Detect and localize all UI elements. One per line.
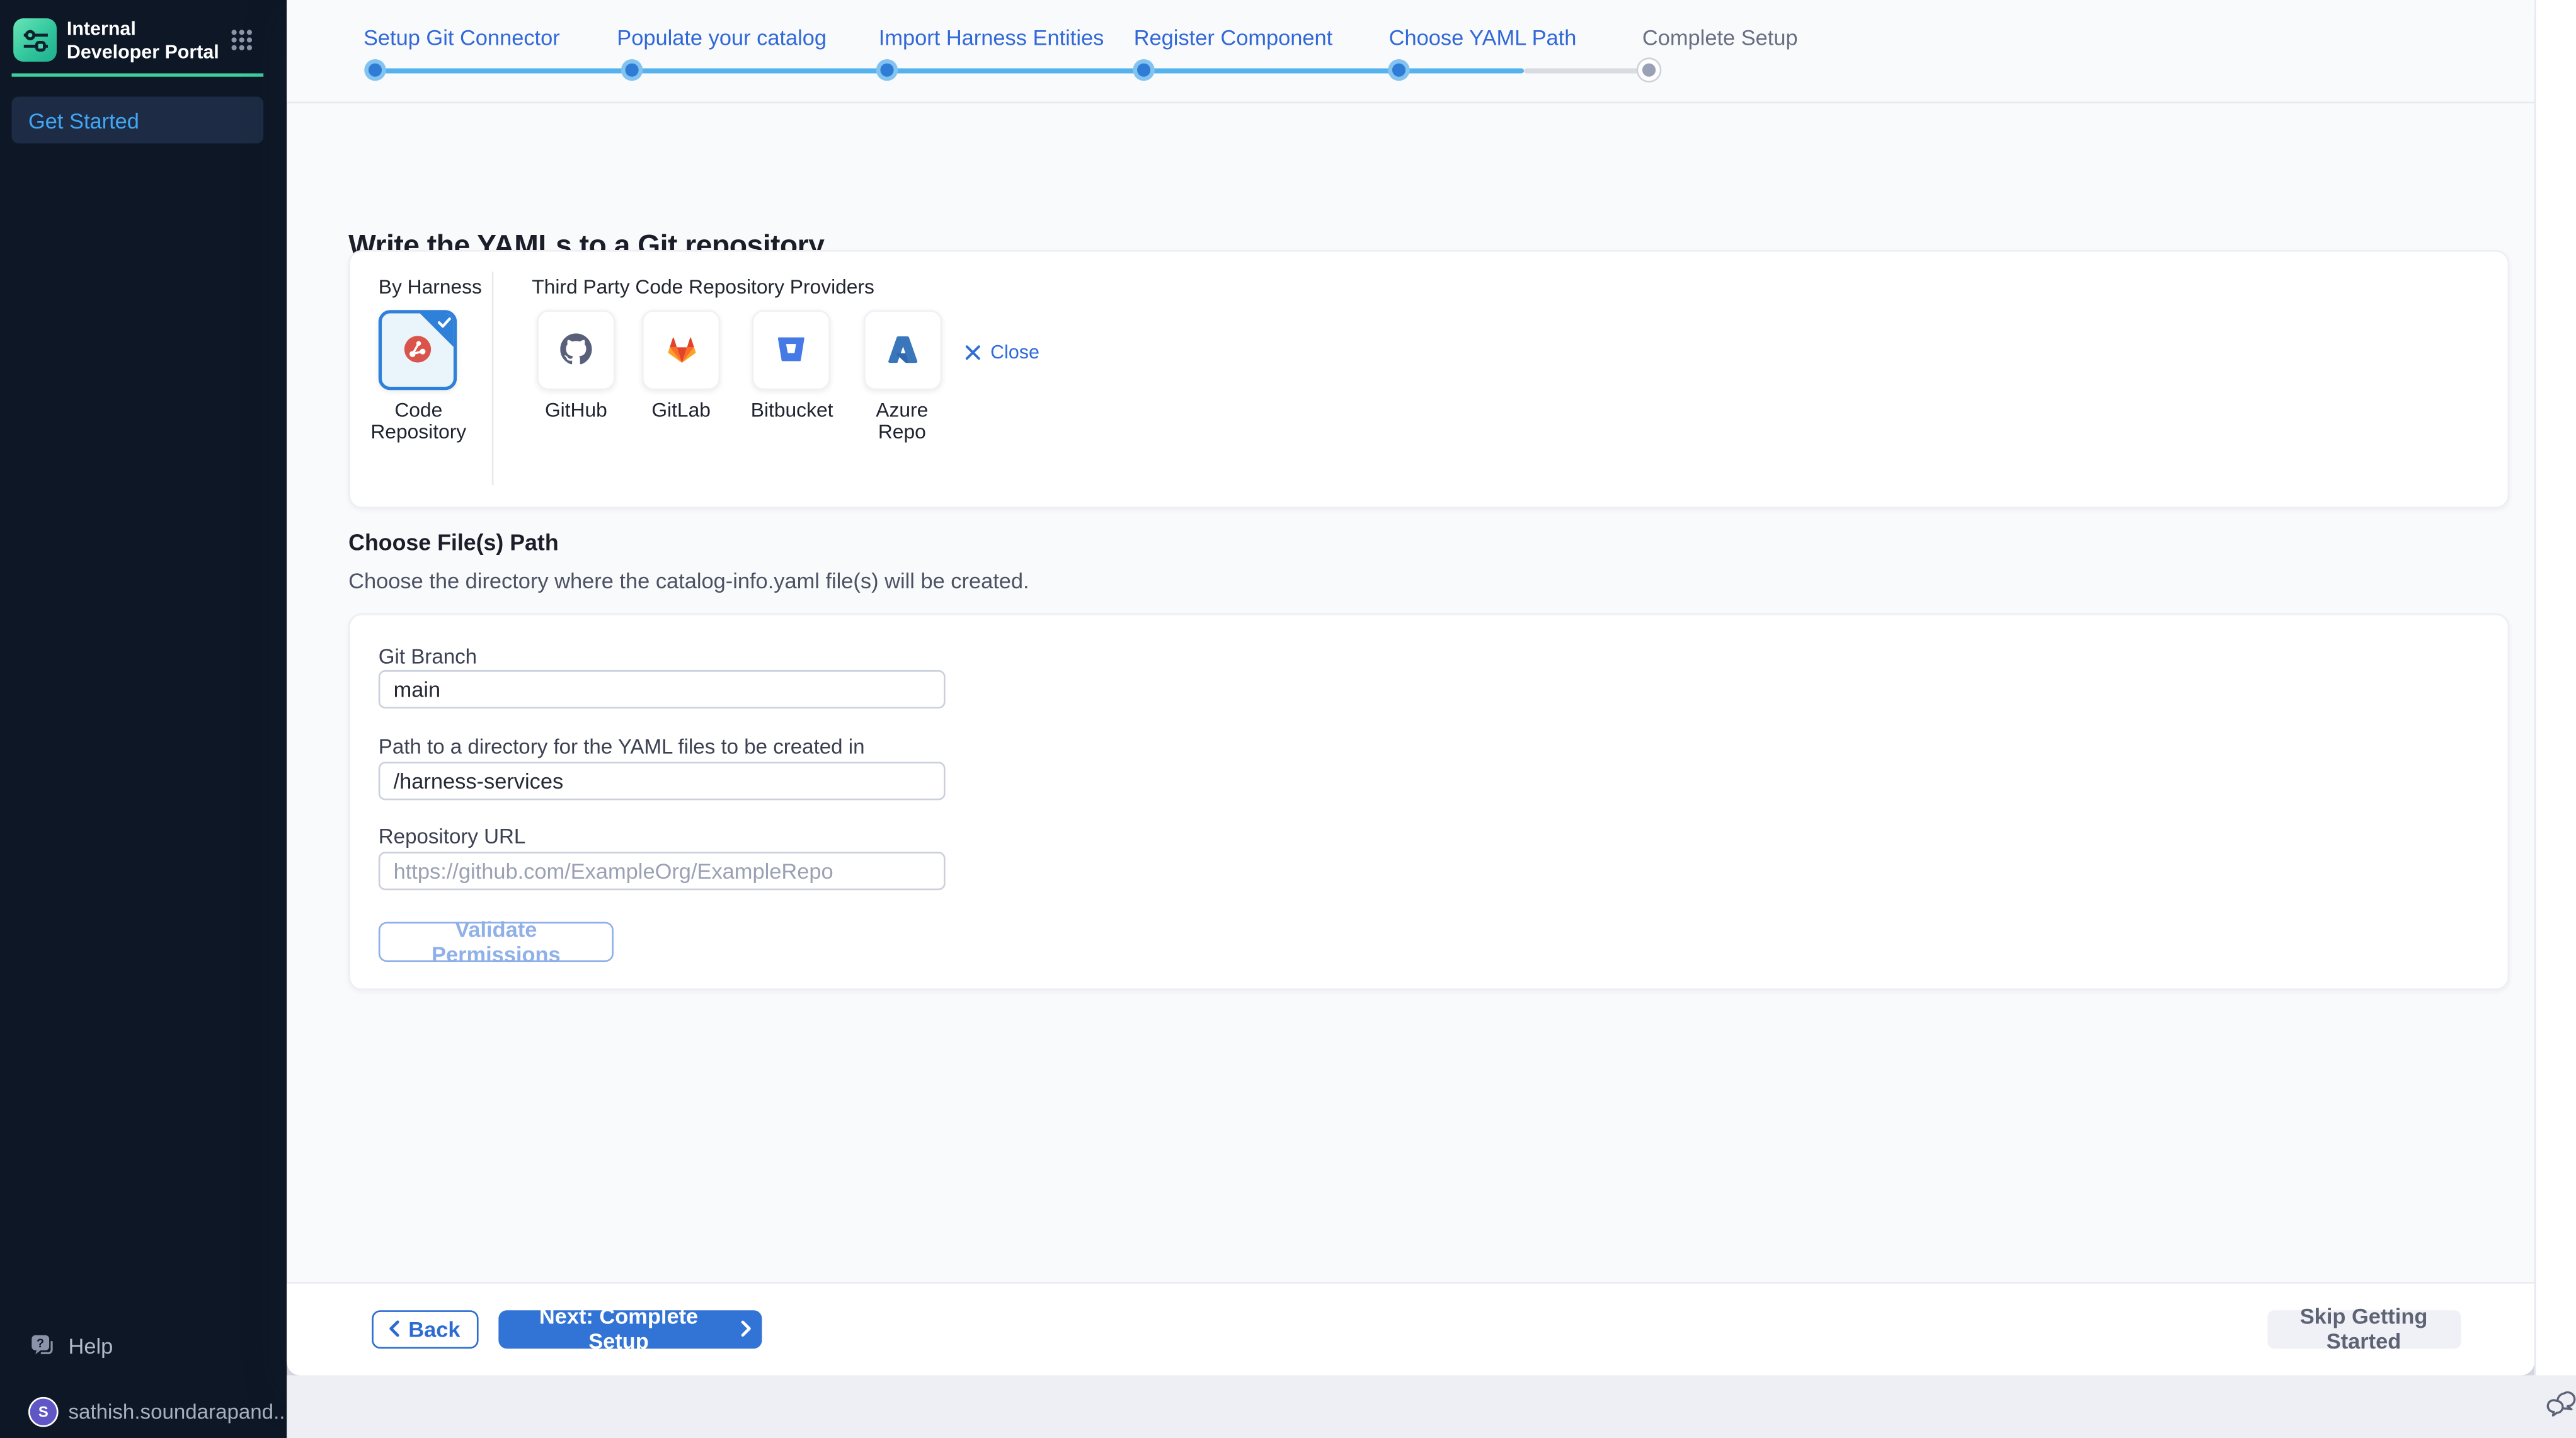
avatar: S: [28, 1397, 59, 1427]
step-label-complete-setup: Complete Setup: [1642, 25, 1798, 50]
selected-check-ribbon: [418, 312, 455, 348]
git-branch-input[interactable]: [379, 671, 946, 709]
step-label-populate-your-catalog[interactable]: Populate your catalog: [617, 25, 827, 50]
choose-files-path-description: Choose the directory where the catalog-i…: [348, 569, 1029, 594]
by-harness-label: By Harness: [379, 275, 482, 299]
tile-caption-gitlab[interactable]: GitLab: [642, 400, 720, 423]
step-dot-complete-setup: [1642, 64, 1656, 77]
sidebar: Internal Developer Portal Get Started ?: [0, 0, 287, 1438]
page-bottom-strip: [287, 1375, 2576, 1438]
close-icon: [965, 346, 980, 361]
sidebar-item-get-started[interactable]: Get Started: [12, 97, 264, 144]
app-switcher-grid-icon[interactable]: [230, 28, 253, 52]
tile-caption-azure-repo[interactable]: Azure Repo: [850, 400, 954, 445]
user-email: sathish.soundarapand...: [69, 1400, 291, 1424]
chevron-right-icon: [740, 1321, 751, 1337]
yaml-path-label: Path to a directory for the YAML files t…: [379, 735, 865, 758]
bitbucket-icon: [776, 334, 807, 365]
help-label: Help: [69, 1333, 113, 1359]
step-label-import-harness-entities[interactable]: Import Harness Entities: [879, 25, 1104, 50]
connector-tile-gitlab[interactable]: [642, 310, 720, 389]
column-divider: [491, 271, 493, 485]
step-dot-populate-your-catalog[interactable]: [624, 64, 638, 77]
wizard-footer: Back Next: Complete Setup Skip Getting S…: [287, 1281, 2534, 1375]
close-label: Close: [990, 343, 1039, 363]
step-label-choose-yaml-path[interactable]: Choose YAML Path: [1389, 25, 1577, 50]
step-dot-setup-git-connector[interactable]: [369, 64, 382, 77]
step-dot-import-harness-entities[interactable]: [880, 64, 893, 77]
git-branch-label: Git Branch: [379, 645, 477, 668]
app-root: Internal Developer Portal Get Started ?: [0, 0, 2576, 1438]
connector-tile-bitbucket[interactable]: [752, 310, 830, 389]
connector-card: By Harness: [348, 250, 2509, 508]
step-dot-choose-yaml-path[interactable]: [1392, 64, 1405, 77]
wizard-stepper: Setup Git Connector Populate your catalo…: [287, 0, 2534, 103]
skip-getting-started-button[interactable]: Skip Getting Started: [2267, 1310, 2461, 1349]
help-button[interactable]: ? Help: [30, 1333, 113, 1359]
back-button[interactable]: Back: [371, 1310, 478, 1349]
stepper-track-remaining: [1524, 67, 1649, 72]
step-label-setup-git-connector[interactable]: Setup Git Connector: [364, 25, 560, 50]
connector-tile-github[interactable]: [537, 310, 615, 389]
third-party-label: Third Party Code Repository Providers: [532, 275, 874, 299]
page-content: Write the YAMLs to a Git repository You …: [287, 103, 2534, 1281]
scrollbar-gutter[interactable]: [2534, 0, 2576, 1375]
sidebar-item-label: Get Started: [28, 108, 139, 133]
tile-caption-bitbucket[interactable]: Bitbucket: [748, 400, 835, 423]
sidebar-accent-divider: [12, 73, 264, 76]
user-profile-button[interactable]: S sathish.soundarapand...: [28, 1397, 291, 1427]
gitlab-icon: [665, 334, 698, 365]
step-dot-register-component[interactable]: [1136, 64, 1150, 77]
connector-tile-code-repository[interactable]: [379, 310, 457, 389]
azure-repo-icon: [886, 334, 918, 365]
close-connector-picker-button[interactable]: Close: [965, 343, 1039, 363]
harness-idp-logo-icon: [13, 18, 57, 62]
back-label: Back: [408, 1317, 460, 1342]
choose-files-path-heading: Choose File(s) Path: [348, 530, 559, 556]
github-icon: [560, 334, 592, 365]
help-icon: ?: [30, 1333, 57, 1359]
main-panel: Setup Git Connector Populate your catalo…: [287, 0, 2534, 1375]
step-label-register-component[interactable]: Register Component: [1134, 25, 1333, 50]
app-title: Internal Developer Portal: [67, 18, 227, 65]
tile-caption-code-repository[interactable]: Code Repository: [367, 400, 470, 445]
validate-permissions-button[interactable]: Validate Permissions: [379, 922, 614, 962]
path-form-card: Git Branch Path to a directory for the Y…: [348, 613, 2509, 990]
svg-text:?: ?: [37, 1337, 44, 1350]
chat-feedback-icon[interactable]: [2546, 1389, 2576, 1419]
repository-url-label: Repository URL: [379, 825, 526, 848]
check-icon: [437, 315, 452, 330]
app-logo-row: Internal Developer Portal: [13, 18, 227, 65]
stepper-track-complete: [375, 67, 1524, 72]
next-complete-setup-button[interactable]: Next: Complete Setup: [498, 1310, 761, 1349]
chevron-left-icon: [389, 1321, 401, 1337]
yaml-path-input[interactable]: [379, 762, 946, 799]
next-label: Next: Complete Setup: [508, 1304, 730, 1354]
tile-caption-github[interactable]: GitHub: [537, 400, 615, 423]
repository-url-input[interactable]: [379, 852, 946, 889]
connector-tile-azure-repo[interactable]: [863, 310, 941, 389]
